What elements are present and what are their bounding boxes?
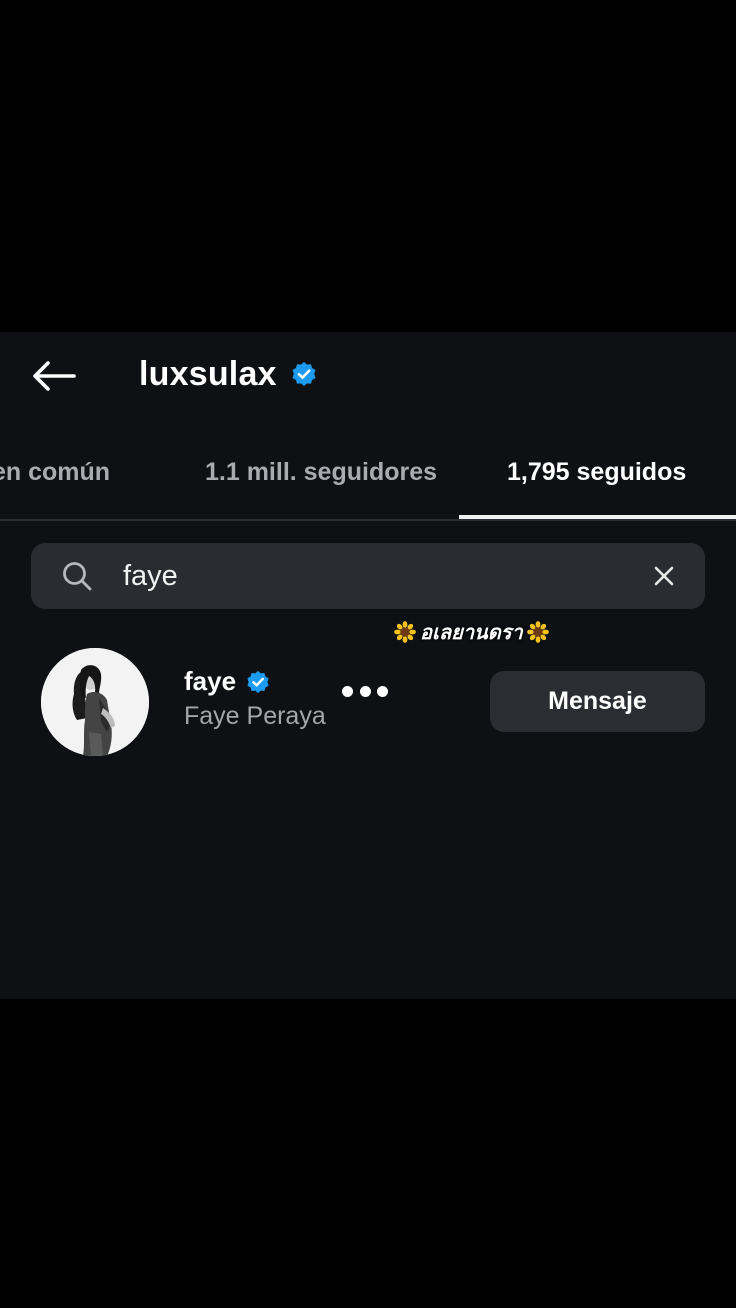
tab-following[interactable]: 1,795 seguidos: [507, 444, 686, 520]
page-title: luxsulax: [139, 354, 277, 393]
result-username-row[interactable]: faye: [184, 666, 270, 697]
list-item: faye Faye Peraya Mensaje: [0, 648, 736, 758]
dot: [342, 685, 353, 697]
search-bar: [31, 543, 705, 609]
dot: [377, 685, 388, 697]
tab-mutual[interactable]: en común: [0, 444, 110, 520]
back-button[interactable]: [26, 354, 82, 398]
message-button[interactable]: Mensaje: [490, 671, 705, 732]
following-list-screen: luxsulax en común 1.1 mill. seguidores 1…: [0, 332, 736, 999]
active-tab-indicator: [459, 515, 736, 519]
more-horizontal-icon[interactable]: [338, 676, 392, 706]
tab-divider: [0, 519, 736, 521]
follow-tabs: en común 1.1 mill. seguidores 1,795 segu…: [0, 444, 736, 520]
verified-badge-icon: [246, 670, 270, 694]
verified-badge-icon: [291, 361, 317, 387]
tab-followers[interactable]: 1.1 mill. seguidores: [205, 444, 437, 520]
avatar[interactable]: [41, 648, 149, 756]
caption-text: อเลยานดรา: [420, 620, 523, 644]
search-input[interactable]: [123, 553, 623, 599]
result-username: faye: [184, 666, 237, 696]
sunflower-icon: [526, 621, 549, 643]
close-icon[interactable]: [651, 563, 677, 589]
dot: [359, 685, 371, 697]
profile-header: luxsulax: [0, 332, 736, 418]
video-caption-overlay: อเลยานดรา: [390, 618, 553, 646]
header-title-group: luxsulax: [139, 350, 317, 398]
search-icon: [63, 562, 92, 591]
result-full-name: Faye Peraya: [184, 702, 326, 730]
sunflower-icon: [394, 621, 416, 643]
arrow-left-icon: [33, 361, 76, 391]
avatar-photo: [41, 648, 149, 756]
